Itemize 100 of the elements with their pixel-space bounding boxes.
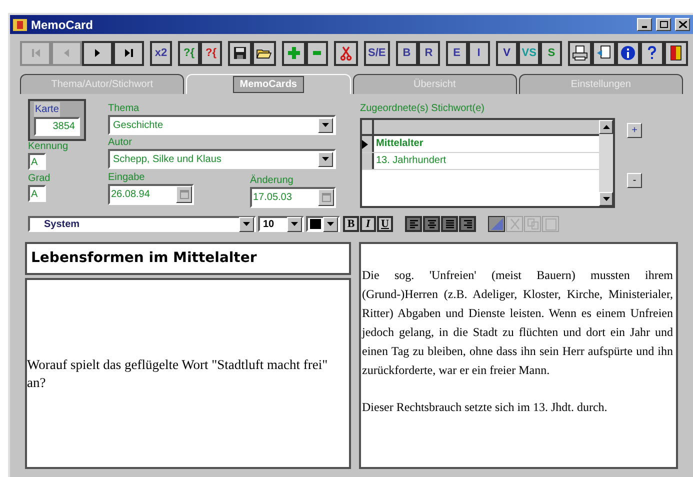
dropdown-button[interactable] [318, 118, 333, 132]
grad-field[interactable]: A [28, 185, 46, 202]
door-icon [668, 45, 684, 61]
eingabe-date-field[interactable]: 26.08.94 [108, 184, 194, 205]
scrollbar[interactable] [599, 120, 613, 206]
kennung-field[interactable]: A [28, 153, 46, 170]
add-keyword-button[interactable]: + [627, 123, 642, 138]
toolbar-button[interactable] [568, 40, 592, 66]
edit-tool-button[interactable] [488, 216, 505, 232]
answer-paragraph: Die sog. 'Unfreien' (meist Bauern) mussten ihrem (Grund-)Herren (z.B. Adeliger, Kloster, Kirche, Ministerialer, Ritter) Abgaben und Dienste leisten. Wenn es einem Unfreien jedoch gelang, in die Stadt zu flüchten und dort ein Jahr und einen Tag zu bleiben, ohne dass ihn sein Herr aufspürte und ihn zurückforderte, war er ein freier Mann. [362, 267, 673, 379]
pen-icon [490, 217, 504, 231]
align-button[interactable] [423, 216, 440, 232]
calendar-icon [180, 190, 188, 199]
autor-label: Autor [108, 137, 133, 149]
kennung-label: Kennung [28, 141, 70, 153]
toolbar-button[interactable] [592, 40, 616, 66]
align-justify-icon [444, 219, 456, 229]
triangle-left-icon [64, 49, 69, 57]
align-button[interactable] [405, 216, 422, 232]
keyword-row[interactable]: Mittelalter [362, 136, 599, 153]
toolbar-button[interactable]: S [540, 40, 562, 66]
dropdown-button[interactable] [323, 216, 338, 232]
calendar-button[interactable] [176, 186, 192, 203]
aenderung-label: Änderung [250, 175, 294, 187]
dropdown-button[interactable] [239, 216, 254, 232]
toolbar-button[interactable] [640, 40, 664, 66]
toolbar-button[interactable] [113, 40, 144, 66]
align-button[interactable] [441, 216, 458, 232]
x-icon [508, 217, 522, 231]
format-button[interactable]: U [377, 216, 393, 232]
font-combobox[interactable]: System [28, 216, 256, 232]
toolbar-button[interactable] [616, 40, 640, 66]
play-icon [95, 49, 100, 57]
tab[interactable]: MemoCards [186, 74, 350, 94]
keywords-label: Zugeordnete(s) Stichwort(e) [360, 103, 486, 115]
thema-label: Thema [108, 103, 140, 115]
close-icon [678, 21, 686, 28]
info-icon [620, 45, 636, 61]
scroll-down-icon [602, 197, 610, 201]
remove-keyword-button[interactable]: - [627, 173, 642, 188]
autor-combobox[interactable]: Schepp, Silke und Klaus [108, 149, 336, 169]
clipboard-icon [544, 217, 558, 231]
calendar-icon [322, 193, 330, 202]
caret-icon [243, 222, 250, 226]
toolbar-button[interactable]: V [496, 40, 518, 66]
toolbar-button[interactable] [228, 40, 252, 66]
format-button[interactable]: B [343, 216, 359, 232]
toolbar-button[interactable] [334, 40, 358, 66]
eingabe-label: Eingabe [108, 172, 146, 184]
maximize-button[interactable] [656, 18, 671, 31]
toolbar-button[interactable]: I [468, 40, 490, 66]
skip-back-icon [32, 49, 40, 57]
align-center-icon [426, 219, 438, 229]
color-combobox[interactable] [306, 216, 340, 232]
scissors-icon [338, 45, 354, 61]
question-title-field[interactable]: Lebensformen im Mittelalter [25, 242, 351, 275]
printer-icon [572, 45, 588, 61]
toolbar-button[interactable] [252, 40, 276, 66]
copy-icon [526, 217, 540, 231]
keyword-row[interactable]: 13. Jahrhundert [362, 153, 599, 170]
minus-icon [313, 51, 321, 55]
card-label: Karte [34, 102, 60, 117]
toolbar-button[interactable]: S/E [364, 40, 390, 66]
align-left-icon [408, 219, 420, 229]
window-title: MemoCard [31, 16, 94, 34]
row-pointer-icon [362, 140, 368, 148]
toolbar-button[interactable] [664, 40, 688, 66]
dropdown-button[interactable] [318, 152, 333, 166]
grad-label: Grad [28, 173, 52, 185]
calendar-button[interactable] [318, 189, 334, 206]
document-arrow-icon [596, 45, 612, 61]
minimize-button[interactable] [637, 18, 652, 31]
size-combobox[interactable]: 10 [258, 216, 304, 232]
answer-paragraph: Dieser Rechtsbrauch setzte sich im 13. Jhdt. durch. [362, 399, 608, 416]
maximize-icon [660, 21, 668, 28]
toolbar-button[interactable] [282, 40, 306, 66]
format-button[interactable]: I [360, 216, 376, 232]
card-number-field[interactable]: 3854 [34, 117, 80, 136]
scroll-up-icon [602, 125, 610, 129]
skip-forward-icon [124, 49, 132, 57]
plus-icon [286, 45, 302, 61]
toolbar-button[interactable]: R [418, 40, 440, 66]
toolbar-button[interactable]: B [396, 40, 418, 66]
aenderung-date-field[interactable]: 17.05.03 [250, 187, 336, 208]
toolbar-button[interactable]: x2 [150, 40, 172, 66]
align-right-icon [462, 219, 474, 229]
caret-icon [322, 123, 329, 127]
toolbar-button[interactable] [306, 40, 328, 66]
question-field[interactable]: Worauf spielt das geflügelte Wort "Stadtluft macht frei" an? [25, 278, 351, 469]
toolbar-button[interactable] [82, 40, 113, 66]
caret-icon [291, 222, 298, 226]
answer-field[interactable] [359, 242, 678, 469]
dropdown-button[interactable] [287, 216, 302, 232]
thema-combobox[interactable]: Geschichte [108, 115, 336, 135]
close-button[interactable] [675, 18, 690, 31]
align-button[interactable] [459, 216, 476, 232]
toolbar-button[interactable]: E [446, 40, 468, 66]
toolbar-button[interactable]: ?{ [178, 40, 200, 66]
caret-icon [322, 157, 329, 161]
toolbar-button[interactable]: ?{ [200, 40, 222, 66]
